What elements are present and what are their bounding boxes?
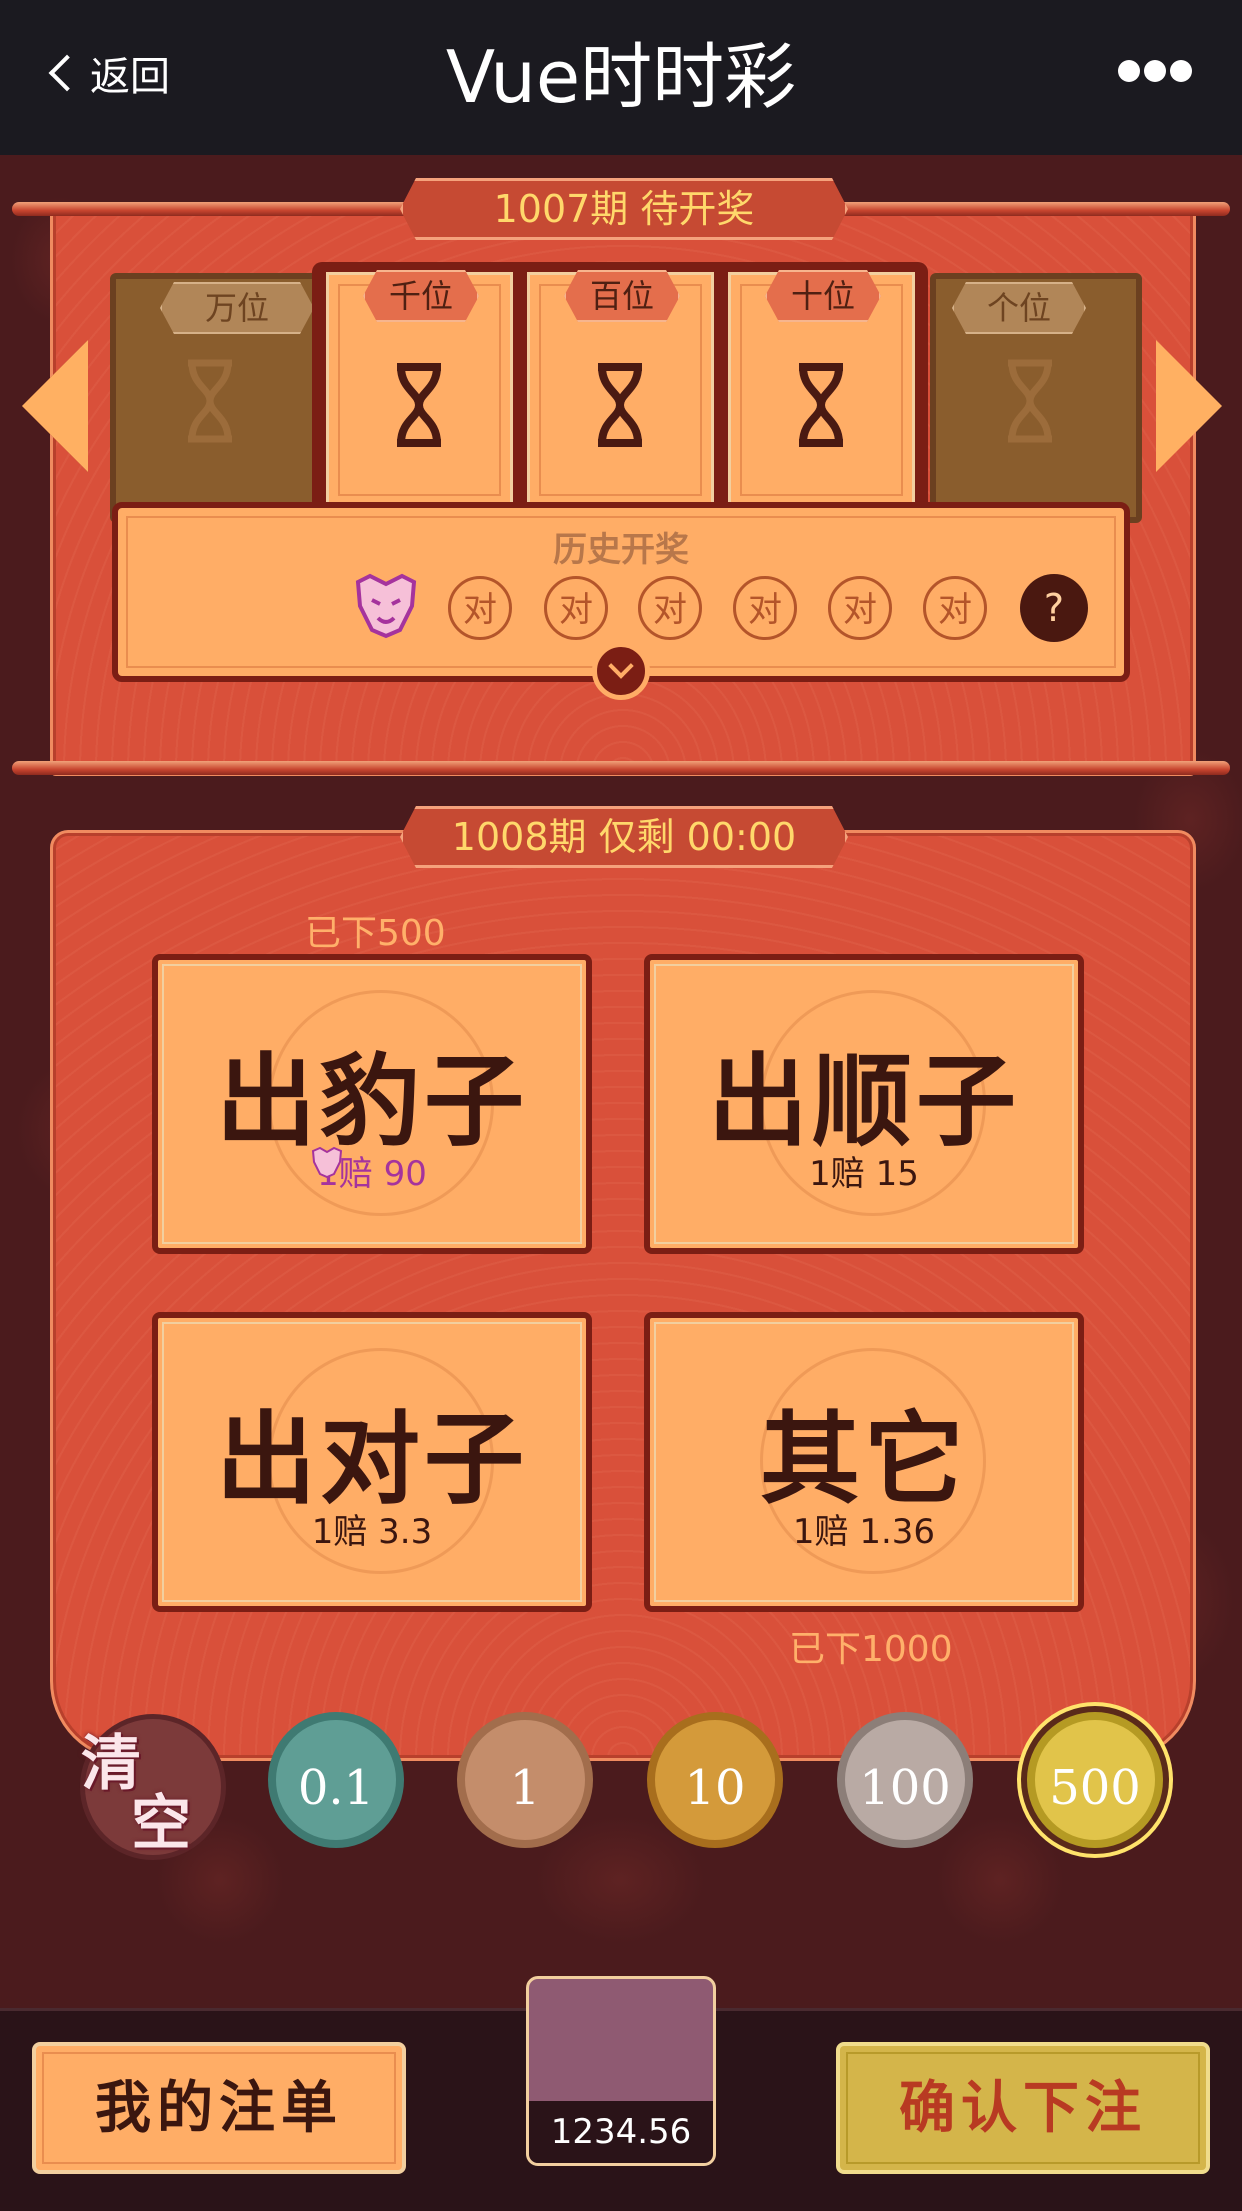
hourglass-icon	[598, 363, 642, 447]
chip-1[interactable]: 1	[457, 1712, 593, 1848]
chip-10[interactable]: 10	[647, 1712, 783, 1848]
bet-name: 出豹子	[216, 1042, 528, 1160]
history-ball: 对	[923, 576, 987, 640]
bet-name: 出顺子	[708, 1042, 1020, 1160]
chip-100[interactable]: 100	[837, 1712, 973, 1848]
placed-amount-other: 已下1000	[789, 1629, 953, 1670]
clear-chips-button[interactable]: 清 空	[80, 1714, 226, 1860]
position-label-bai: 百位	[564, 270, 680, 322]
bet-name: 其它	[760, 1400, 968, 1518]
balance-value: 1234.56	[529, 2101, 713, 2163]
placed-amount-baozi: 已下500	[305, 913, 446, 954]
tiger-icon	[355, 573, 417, 639]
hourglass-icon	[397, 363, 441, 447]
chevron-down-icon	[608, 653, 634, 679]
bet-option-duizi[interactable]: 出对子 1赔 3.3	[152, 1312, 592, 1612]
hourglass-icon	[1008, 359, 1052, 443]
chip-0-1[interactable]: 0.1	[268, 1712, 404, 1848]
next-draw-banner: 1008期 仅剩 00:00	[400, 806, 848, 868]
bet-odds: 1赔 3.3	[311, 1512, 433, 1552]
history-ball: 对	[448, 576, 512, 640]
bet-name: 出对子	[216, 1400, 528, 1518]
back-label: 返回	[90, 54, 170, 100]
tiger-icon	[311, 1146, 343, 1179]
balance-box: 1234.56	[526, 1976, 716, 2166]
expand-history-button[interactable]	[592, 642, 650, 700]
scroll-rod-bottom	[12, 761, 1230, 775]
next-arrow-button[interactable]	[1156, 340, 1222, 472]
bet-odds: 1赔 1.36	[792, 1512, 936, 1552]
bet-option-other[interactable]: 其它 1赔 1.36	[644, 1312, 1084, 1612]
history-ball: 对	[638, 576, 702, 640]
current-draw-banner: 1007期 待开奖	[400, 178, 848, 240]
clear-label-bottom: 空	[131, 1789, 191, 1859]
back-button[interactable]: 返回	[46, 40, 170, 106]
position-label-wan: 万位	[160, 282, 314, 334]
bet-odds: 1赔 15	[809, 1154, 919, 1194]
chevron-left-icon	[48, 54, 86, 92]
page-title: Vue时时彩	[445, 35, 797, 119]
hourglass-icon	[188, 359, 232, 443]
position-label-ge: 个位	[952, 282, 1086, 334]
bet-odds: 1赔 90	[317, 1154, 427, 1194]
bet-option-baozi[interactable]: 出豹子 1赔 90	[152, 954, 592, 1254]
bet-option-shunzi[interactable]: 出顺子 1赔 15	[644, 954, 1084, 1254]
history-label: 历史开奖	[553, 530, 689, 570]
more-menu-icon[interactable]	[1118, 60, 1192, 84]
history-ball: 对	[733, 576, 797, 640]
confirm-bet-button[interactable]: 确认下注	[836, 2042, 1210, 2174]
prev-arrow-button[interactable]	[22, 340, 88, 472]
hourglass-icon	[799, 363, 843, 447]
history-ball: 对	[828, 576, 892, 640]
position-label-shi: 十位	[765, 270, 881, 322]
history-help-button[interactable]: ?	[1020, 574, 1088, 642]
position-label-qian: 千位	[363, 270, 479, 322]
my-bets-button[interactable]: 我的注单	[32, 2042, 406, 2174]
chip-500-selected[interactable]: 500	[1027, 1712, 1163, 1848]
history-ball: 对	[544, 576, 608, 640]
